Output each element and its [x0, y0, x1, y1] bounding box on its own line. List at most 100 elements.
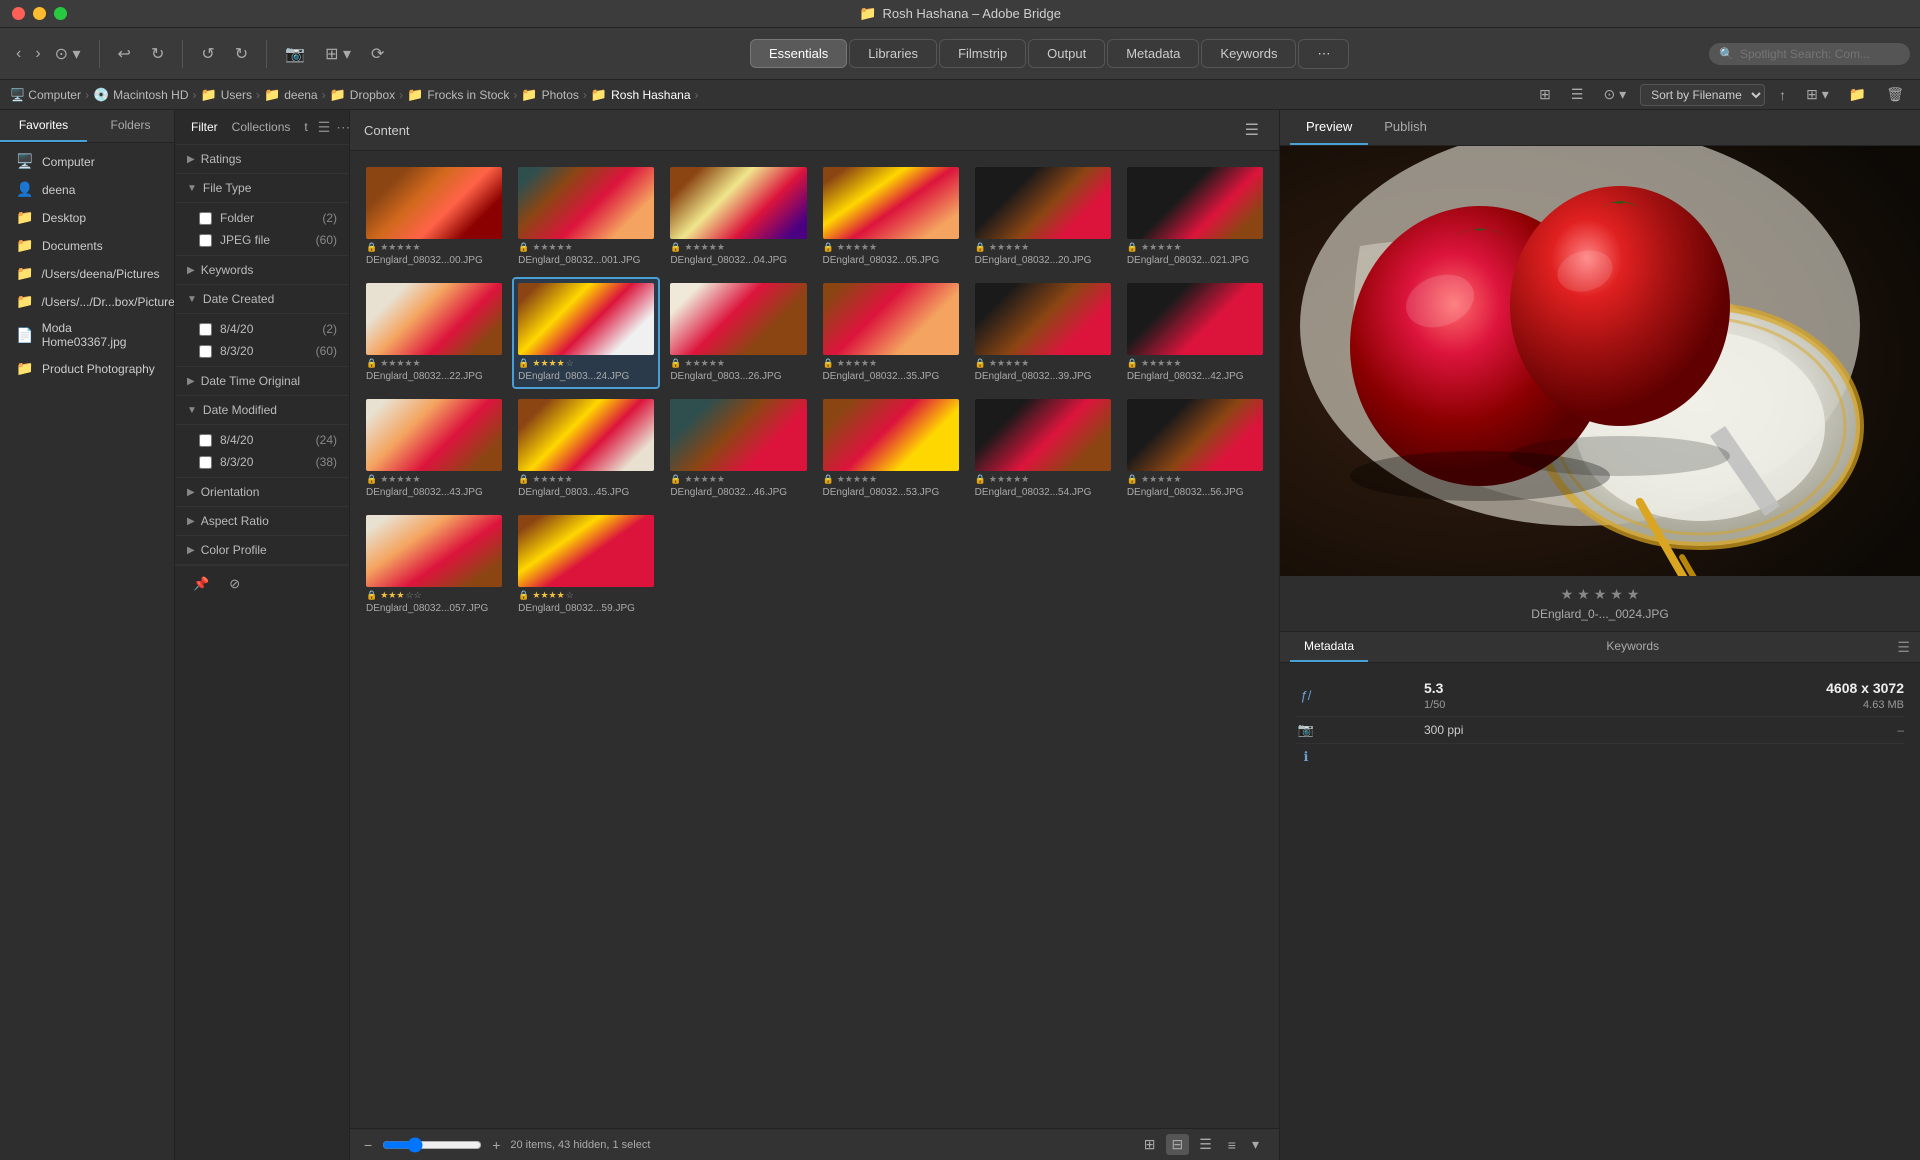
- refresh-button[interactable]: ⟳: [365, 40, 390, 68]
- view-list-button[interactable]: ☰: [1193, 1134, 1218, 1155]
- filter-item-date2[interactable]: 8/3/20 (60): [175, 340, 349, 362]
- batch-button[interactable]: ⊞ ▾: [319, 40, 357, 68]
- metadata-menu-button[interactable]: ☰: [1897, 639, 1910, 656]
- list-view-button[interactable]: ☰: [1565, 84, 1590, 105]
- filter-item-mod2[interactable]: 8/3/20 (38): [175, 451, 349, 473]
- image-cell-14[interactable]: 🔒 ★★★★★ DEnglard_08032...46.JPG: [664, 393, 812, 505]
- filter-item-jpeg[interactable]: JPEG file (60): [175, 229, 349, 251]
- filter-section-datecreated[interactable]: ▼ Date Created: [175, 285, 349, 314]
- tab-metadata[interactable]: Metadata: [1107, 39, 1199, 68]
- breadcrumb-deena[interactable]: 📁 deena: [264, 87, 318, 103]
- sidebar-item-pictures[interactable]: 📁 /Users/deena/Pictures: [4, 260, 170, 287]
- meta-tab-keywords[interactable]: Keywords: [1592, 632, 1673, 662]
- zoom-slider[interactable]: [382, 1137, 482, 1153]
- tab-more[interactable]: ⋯: [1298, 39, 1349, 69]
- image-cell-16[interactable]: 🔒 ★★★★★ DEnglard_08032...54.JPG: [969, 393, 1117, 505]
- workspace-button[interactable]: ⊞ ▾: [1800, 84, 1835, 105]
- filter-checkbox-date2[interactable]: [199, 345, 212, 358]
- tab-libraries[interactable]: Libraries: [849, 39, 937, 68]
- filter-item-folder[interactable]: Folder (2): [175, 207, 349, 229]
- delete-button[interactable]: 🗑: [1880, 84, 1910, 105]
- pin-filter-button[interactable]: 📌: [187, 574, 215, 594]
- image-cell-15[interactable]: 🔒 ★★★★★ DEnglard_08032...53.JPG: [817, 393, 965, 505]
- image-cell-9[interactable]: 🔒 ★★★★★ DEnglard_08032...35.JPG: [817, 277, 965, 389]
- redo-button[interactable]: ↻: [229, 40, 254, 68]
- breadcrumb-frocks[interactable]: 📁 Frocks in Stock: [407, 87, 509, 103]
- undo-button[interactable]: ↺: [195, 40, 220, 68]
- sidebar-item-desktop[interactable]: 📁 Desktop: [4, 204, 170, 231]
- breadcrumb-macintosh[interactable]: 💿 Macintosh HD: [93, 87, 189, 103]
- breadcrumb-roshhashana[interactable]: 📁 Rosh Hashana: [591, 87, 691, 103]
- return-button[interactable]: ↩: [112, 40, 137, 68]
- sidebar-item-documents[interactable]: 📁 Documents: [4, 232, 170, 259]
- search-input[interactable]: [1740, 47, 1900, 61]
- image-cell-11[interactable]: 🔒 ★★★★★ DEnglard_08032...42.JPG: [1121, 277, 1269, 389]
- view-grid-button[interactable]: ⊞: [1138, 1134, 1162, 1155]
- sort-asc-button[interactable]: ↑: [1773, 85, 1792, 105]
- filter-section-datemodified[interactable]: ▼ Date Modified: [175, 396, 349, 425]
- sidebar-tab-favorites[interactable]: Favorites: [0, 110, 87, 142]
- filter-section-filetype[interactable]: ▼ File Type: [175, 174, 349, 203]
- view-filmstrip-button[interactable]: ▾: [1246, 1134, 1265, 1155]
- sidebar-item-deena[interactable]: 👤 deena: [4, 176, 170, 203]
- image-cell-0[interactable]: 🔒 ★★★★★ DEnglard_08032...00.JPG: [360, 161, 508, 273]
- filter-section-aspectratio[interactable]: ▶ Aspect Ratio: [175, 507, 349, 536]
- image-cell-5[interactable]: 🔒 ★★★★★ DEnglard_08032...021.JPG: [1121, 161, 1269, 273]
- filter-checkbox-date1[interactable]: [199, 323, 212, 336]
- filter-button[interactable]: ⊙ ▾: [1597, 84, 1632, 105]
- rotate-cw-button[interactable]: ↻: [145, 40, 170, 68]
- meta-tab-metadata[interactable]: Metadata: [1290, 632, 1368, 662]
- image-cell-2[interactable]: 🔒 ★★★★★ DEnglard_08032...04.JPG: [664, 161, 812, 273]
- image-cell-3[interactable]: 🔒 ★★★★★ DEnglard_08032...05.JPG: [817, 161, 965, 273]
- breadcrumb-photos[interactable]: 📁 Photos: [521, 87, 579, 103]
- zoom-in-button[interactable]: +: [492, 1137, 500, 1153]
- image-cell-19[interactable]: 🔒 ★★★★☆ DEnglard_08032...59.JPG: [512, 509, 660, 621]
- sidebar-tab-folders[interactable]: Folders: [87, 110, 174, 142]
- image-cell-10[interactable]: 🔒 ★★★★★ DEnglard_08032...39.JPG: [969, 277, 1117, 389]
- tab-keywords[interactable]: Keywords: [1201, 39, 1296, 68]
- preview-tab-publish[interactable]: Publish: [1368, 110, 1443, 145]
- new-folder-button[interactable]: 📁: [1843, 84, 1872, 105]
- filter-item-mod1[interactable]: 8/4/20 (24): [175, 429, 349, 451]
- tab-essentials[interactable]: Essentials: [750, 39, 847, 68]
- content-menu-button[interactable]: ☰: [1239, 118, 1265, 142]
- tab-output[interactable]: Output: [1028, 39, 1105, 68]
- tab-filmstrip[interactable]: Filmstrip: [939, 39, 1026, 68]
- forward-button[interactable]: ›: [29, 41, 46, 67]
- image-cell-8[interactable]: 🔒 ★★★★★ DEnglard_0803...26.JPG: [664, 277, 812, 389]
- image-cell-18[interactable]: 🔒 ★★★☆☆ DEnglard_08032...057.JPG: [360, 509, 508, 621]
- filter-checkbox-mod1[interactable]: [199, 434, 212, 447]
- image-cell-4[interactable]: 🔒 ★★★★★ DEnglard_08032...20.JPG: [969, 161, 1117, 273]
- filter-checkbox-mod2[interactable]: [199, 456, 212, 469]
- image-cell-6[interactable]: 🔒 ★★★★★ DEnglard_08032...22.JPG: [360, 277, 508, 389]
- back-button[interactable]: ‹: [10, 41, 27, 67]
- filter-section-datetimeoriginal[interactable]: ▶ Date Time Original: [175, 367, 349, 396]
- filter-tab-extra[interactable]: t: [300, 118, 311, 136]
- sidebar-item-product-photography[interactable]: 📁 Product Photography: [4, 355, 170, 382]
- image-cell-17[interactable]: 🔒 ★★★★★ DEnglard_08032...56.JPG: [1121, 393, 1269, 505]
- sidebar-item-computer[interactable]: 🖥️ Computer: [4, 148, 170, 175]
- breadcrumb-users[interactable]: 📁 Users: [201, 87, 253, 103]
- sidebar-item-dropbox-pictures[interactable]: 📁 /Users/.../Dr...box/Pictures: [4, 288, 170, 315]
- breadcrumb-computer[interactable]: 🖥️ Computer: [10, 88, 81, 102]
- image-cell-7[interactable]: 🔒 ★★★★☆ DEnglard_0803...24.JPG: [512, 277, 660, 389]
- grid-view-button[interactable]: ⊞: [1533, 84, 1557, 105]
- filter-checkbox-folder[interactable]: [199, 212, 212, 225]
- minimize-button[interactable]: [33, 7, 46, 20]
- maximize-button[interactable]: [54, 7, 67, 20]
- view-details-button[interactable]: ≡: [1222, 1134, 1242, 1155]
- sort-select[interactable]: Sort by Filename: [1640, 84, 1765, 106]
- recent-button[interactable]: ⊙ ▾: [49, 40, 87, 68]
- filter-more-button[interactable]: ⋯: [336, 119, 350, 136]
- breadcrumb-dropbox[interactable]: 📁 Dropbox: [330, 87, 396, 103]
- filter-section-keywords[interactable]: ▶ Keywords: [175, 256, 349, 285]
- filter-section-ratings[interactable]: ▶ Ratings: [175, 145, 349, 174]
- filter-section-colorprofile[interactable]: ▶ Color Profile: [175, 536, 349, 565]
- filter-section-orientation[interactable]: ▶ Orientation: [175, 478, 349, 507]
- filter-item-date1[interactable]: 8/4/20 (2): [175, 318, 349, 340]
- image-cell-13[interactable]: 🔒 ★★★★★ DEnglard_0803...45.JPG: [512, 393, 660, 505]
- filter-tab-collections[interactable]: Collections: [228, 118, 295, 136]
- camera-button[interactable]: 📷: [279, 40, 311, 68]
- image-cell-1[interactable]: 🔒 ★★★★★ DEnglard_08032...001.JPG: [512, 161, 660, 273]
- close-button[interactable]: [12, 7, 25, 20]
